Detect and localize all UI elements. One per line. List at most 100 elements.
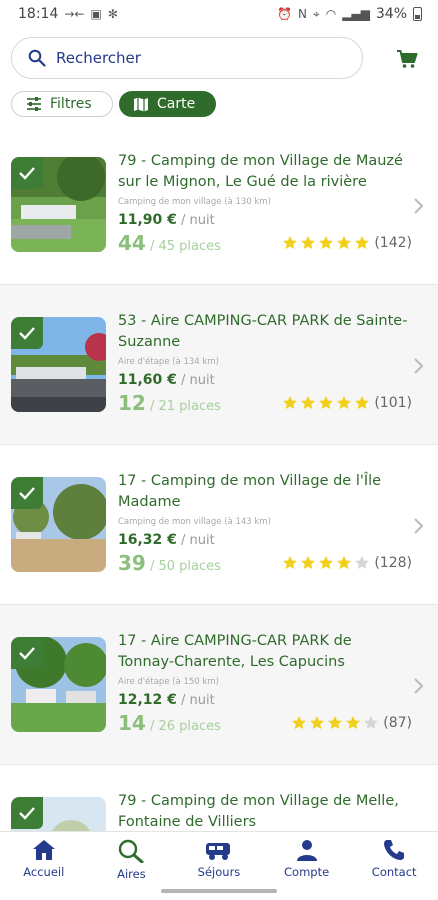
listing-type: Aire d'étape (à 150 km) xyxy=(118,677,219,687)
camper-van-icon xyxy=(205,843,230,860)
nav-accueil[interactable]: Accueil xyxy=(0,832,88,886)
nav-label: Aires xyxy=(117,867,146,881)
person-icon xyxy=(296,840,317,861)
review-count: (128) xyxy=(374,555,412,571)
listing-card[interactable]: 53 - Aire CAMPING-CAR PARK de Sainte-Suz… xyxy=(0,285,438,445)
listing-rating: (87) xyxy=(291,715,412,731)
search-bar[interactable]: Rechercher xyxy=(11,37,363,79)
star-filled-icon xyxy=(301,396,316,409)
star-filled-icon xyxy=(283,396,298,409)
nav-aires[interactable]: Aires xyxy=(88,832,176,886)
bottom-navigation: Accueil Aires Séjours Compte Contact xyxy=(0,831,438,886)
star-empty-icon xyxy=(364,716,379,729)
listing-type: Aire d'étape (à 134 km) xyxy=(118,357,219,367)
nav-label: Accueil xyxy=(23,865,65,879)
listing-title: 79 - Camping de mon Village de Mauzé sur… xyxy=(118,153,403,190)
listing-photo xyxy=(11,157,106,252)
verified-check-icon xyxy=(11,157,43,189)
map-label: Carte xyxy=(157,96,196,112)
star-filled-icon xyxy=(355,396,370,409)
star-filled-icon xyxy=(346,716,361,729)
listing-rating: (101) xyxy=(282,395,412,411)
listing-card[interactable]: 79 - Camping de mon Village de Melle, Fo… xyxy=(0,765,438,831)
battery-icon xyxy=(413,7,422,21)
listing-price: 16,32 € / nuit xyxy=(118,532,215,548)
search-icon xyxy=(119,839,144,863)
phone-icon xyxy=(384,840,405,860)
listing-price: 11,60 € / nuit xyxy=(118,372,215,388)
nav-label: Séjours xyxy=(197,865,241,879)
arrows-icon: →← xyxy=(64,7,85,21)
fan-icon: ✻ xyxy=(107,7,118,21)
search-icon xyxy=(28,49,46,67)
listing-type: Camping de mon village (à 143 km) xyxy=(118,517,271,527)
listing-rating: (128) xyxy=(282,555,412,571)
wifi-icon: ◠ xyxy=(325,7,337,21)
star-filled-icon xyxy=(283,236,298,249)
briefcase-icon: ▣ xyxy=(90,7,102,21)
chevron-right-icon xyxy=(414,358,424,374)
filters-label: Filtres xyxy=(50,96,92,112)
listing-card[interactable]: 17 - Camping de mon Village de l'Île Mad… xyxy=(0,445,438,605)
gesture-handle[interactable] xyxy=(161,889,277,893)
nfc-icon: N xyxy=(297,7,307,21)
listing-price: 12,12 € / nuit xyxy=(118,692,215,708)
listing-title: 53 - Aire CAMPING-CAR PARK de Sainte-Suz… xyxy=(118,313,408,350)
listing-rating: (142) xyxy=(282,235,412,251)
chevron-right-icon xyxy=(414,678,424,694)
listing-places: 44 / 45 places xyxy=(118,231,221,255)
filters-chip[interactable]: Filtres xyxy=(11,91,113,117)
status-time: 18:14 xyxy=(18,6,59,22)
signal-icon: ▂▄▆ xyxy=(342,7,370,21)
map-chip[interactable]: Carte xyxy=(119,91,216,117)
chevron-right-icon xyxy=(414,518,424,534)
star-filled-icon xyxy=(301,236,316,249)
listing-places: 12 / 21 places xyxy=(118,391,221,415)
star-filled-icon xyxy=(337,236,352,249)
listing-title: 17 - Camping de mon Village de l'Île Mad… xyxy=(118,473,382,510)
nav-compte[interactable]: Compte xyxy=(263,832,351,886)
sliders-icon xyxy=(27,97,41,111)
listing-places: 39 / 50 places xyxy=(118,551,221,575)
nav-label: Compte xyxy=(284,865,330,879)
star-filled-icon xyxy=(283,556,298,569)
star-filled-icon xyxy=(319,396,334,409)
listing-card[interactable]: 17 - Aire CAMPING-CAR PARK de Tonnay-Cha… xyxy=(0,605,438,765)
listing-title: 79 - Camping de mon Village de Melle, Fo… xyxy=(118,793,399,830)
nav-label: Contact xyxy=(371,865,417,879)
verified-check-icon xyxy=(11,797,43,829)
star-filled-icon xyxy=(292,716,307,729)
listing-type: Camping de mon village (à 130 km) xyxy=(118,197,271,207)
star-filled-icon xyxy=(319,236,334,249)
listing-list: 79 - Camping de mon Village de Mauzé sur… xyxy=(0,125,438,831)
listing-photo xyxy=(11,797,106,831)
listing-photo xyxy=(11,477,106,572)
review-count: (142) xyxy=(374,235,412,251)
review-count: (87) xyxy=(383,715,412,731)
listing-photo xyxy=(11,317,106,412)
verified-check-icon xyxy=(11,477,43,509)
cart-icon[interactable] xyxy=(396,48,418,70)
location-icon: ⌖ xyxy=(312,6,320,21)
listing-title: 17 - Aire CAMPING-CAR PARK de Tonnay-Cha… xyxy=(118,633,352,670)
alarm-icon: ⏰ xyxy=(277,7,292,21)
search-placeholder: Rechercher xyxy=(56,49,141,67)
home-icon xyxy=(32,840,55,860)
nav-sejours[interactable]: Séjours xyxy=(175,832,263,886)
listing-card[interactable]: 79 - Camping de mon Village de Mauzé sur… xyxy=(0,125,438,285)
listing-photo xyxy=(11,637,106,732)
star-filled-icon xyxy=(355,236,370,249)
battery-level: 34% xyxy=(375,6,407,22)
chevron-right-icon xyxy=(414,198,424,214)
listing-price: 11,90 € / nuit xyxy=(118,212,215,228)
star-filled-icon xyxy=(337,556,352,569)
map-icon xyxy=(134,97,148,111)
star-filled-icon xyxy=(310,716,325,729)
listing-places: 14 / 26 places xyxy=(118,711,221,735)
star-filled-icon xyxy=(301,556,316,569)
nav-contact[interactable]: Contact xyxy=(350,832,438,886)
verified-check-icon xyxy=(11,317,43,349)
star-filled-icon xyxy=(319,556,334,569)
status-bar: 18:14 →← ▣ ✻ ⏰ N ⌖ ◠ ▂▄▆ 34% xyxy=(0,0,438,28)
star-empty-icon xyxy=(355,556,370,569)
